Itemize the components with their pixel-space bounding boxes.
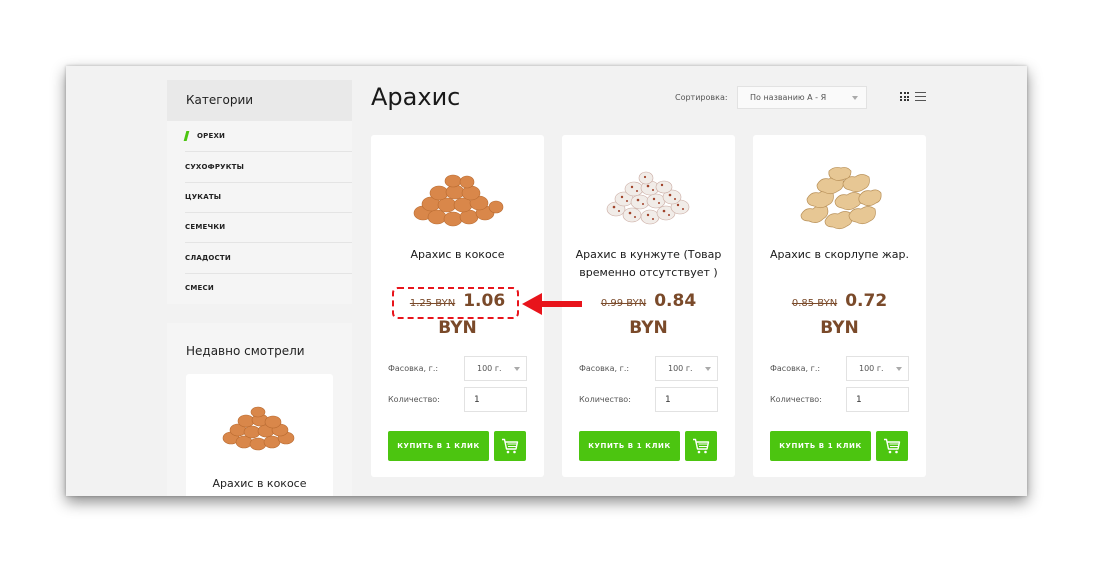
categories-panel: Категории Орехи Сухофрукты Цукаты Семечк… [167,80,352,304]
new-price: 0.72 [845,291,888,311]
product-name[interactable]: Арахис в кунжуте (Товар временно отсутст… [572,246,725,281]
buy-one-click-button[interactable]: КУПИТЬ В 1 КЛИК [770,431,871,461]
peanuts-in-shell-image[interactable] [791,165,887,235]
price-highlight-annotation [392,287,519,319]
pack-dropdown[interactable]: 100 г. [846,356,909,381]
categories-header: Категории [167,80,352,121]
page-frame: Категории Орехи Сухофрукты Цукаты Семечк… [66,66,1027,496]
recently-viewed-panel: Недавно смотрели Арахис в кокосе [167,323,352,496]
old-price: 0.99 BYN [600,298,647,309]
pack-dropdown-value: 100 г. [477,364,502,373]
sidebar-item-seeds[interactable]: Семечки [185,212,352,243]
product-card: Арахис в кунжуте (Товар временно отсутст… [562,135,735,477]
cart-icon [693,438,710,454]
red-arrow-icon [522,293,582,315]
sort-dropdown-value: По названию А - Я [750,93,827,102]
chevron-down-icon [514,367,520,371]
grid-view-icon[interactable] [900,92,909,101]
chevron-down-icon [705,367,711,371]
nuts-in-coconut-image [222,406,295,451]
add-to-cart-button[interactable] [876,431,908,461]
product-name[interactable]: Арахис в кокосе [381,246,534,264]
quantity-label: Количество: [388,395,440,404]
cart-icon [502,438,519,454]
sidebar-item-label: Смеси [185,284,214,292]
quantity-input[interactable]: 1 [655,387,718,412]
sidebar-item-mixes[interactable]: Смеси [185,273,352,303]
pack-label: Фасовка, г.: [770,364,821,373]
pack-dropdown[interactable]: 100 г. [655,356,718,381]
quantity-label: Количество: [579,395,631,404]
quantity-input[interactable]: 1 [464,387,527,412]
recently-viewed-title: Недавно смотрели [186,344,305,358]
sidebar-item-candied-fruits[interactable]: Цукаты [185,182,352,213]
chevron-down-icon [896,367,902,371]
sidebar-item-label: Сладости [185,254,231,262]
cart-icon [884,438,901,454]
add-to-cart-button[interactable] [494,431,526,461]
list-view-icon[interactable] [915,92,926,101]
chevron-down-icon [852,96,858,100]
sidebar-item-dried-fruits[interactable]: Сухофрукты [185,152,352,183]
sidebar-item-nuts[interactable]: Орехи [183,121,352,152]
product-name[interactable]: Арахис в скорлупе жар. [763,246,916,264]
pack-dropdown-value: 100 г. [859,364,884,373]
old-price: 0.85 BYN [791,298,838,309]
pack-dropdown[interactable]: 100 г. [464,356,527,381]
new-price: 0.84 [654,291,697,311]
sidebar-item-sweets[interactable]: Сладости [185,243,352,274]
pack-label: Фасовка, г.: [388,364,439,373]
sidebar-item-label: Сухофрукты [185,163,245,171]
sidebar-item-label: Цукаты [185,193,222,201]
pack-dropdown-value: 100 г. [668,364,693,373]
price-row: 0.99 BYN 0.84 [562,291,735,311]
price-currency: BYN [629,318,668,338]
sort-label: Сортировка: [675,93,728,102]
sidebar-item-label: Орехи [197,132,226,140]
quantity-label: Количество: [770,395,822,404]
buy-one-click-button[interactable]: КУПИТЬ В 1 КЛИК [579,431,680,461]
peanuts-in-coconut-image[interactable] [409,165,505,235]
price-currency: BYN [820,318,859,338]
active-indicator [183,131,190,141]
price-currency: BYN [438,318,477,338]
price-row: 0.85 BYN 0.72 [753,291,926,311]
add-to-cart-button[interactable] [685,431,717,461]
categories-title: Категории [186,93,254,107]
sort-dropdown[interactable]: По названию А - Я [737,86,867,109]
pack-label: Фасовка, г.: [579,364,630,373]
quantity-input[interactable]: 1 [846,387,909,412]
recent-product-name: Арахис в кокосе [212,477,307,490]
buy-one-click-button[interactable]: КУПИТЬ В 1 КЛИК [388,431,489,461]
product-card: Арахис в скорлупе жар. 0.85 BYN 0.72 BYN … [753,135,926,477]
recent-product-card[interactable]: Арахис в кокосе [186,374,333,496]
peanuts-in-sesame-image[interactable] [600,165,696,235]
sidebar-item-label: Семечки [185,223,226,231]
page-title: Арахис [371,83,461,111]
